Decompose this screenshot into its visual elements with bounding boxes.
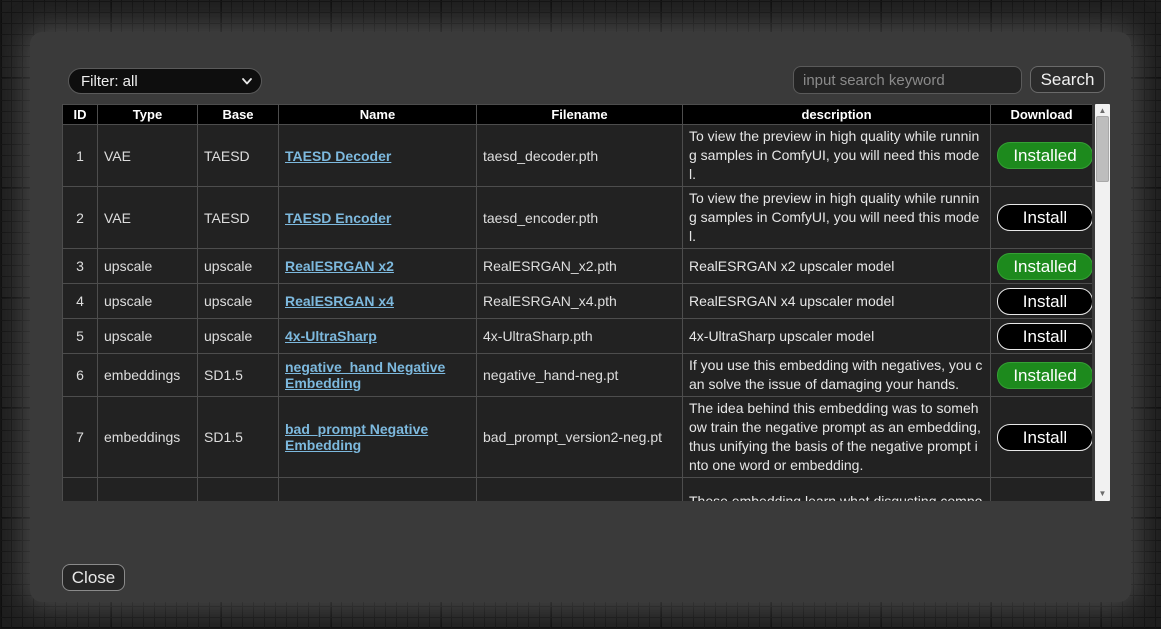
column-header-base: Base (198, 105, 279, 125)
models-table: IDTypeBaseNameFilenamedescriptionDownloa… (62, 104, 1092, 501)
cell-filename: taesd_decoder.pth (477, 125, 683, 187)
column-header-name: Name (279, 105, 477, 125)
install-models-dialog: Filter: all Search IDTypeBaseNameFilenam… (30, 32, 1131, 602)
cell-id: 4 (63, 284, 98, 319)
cell-download: Install (991, 319, 1093, 354)
cell-description: RealESRGAN x4 upscaler model (683, 284, 991, 319)
cell-type: upscale (98, 249, 198, 284)
cell-download: Installed (991, 354, 1093, 397)
cell-name: 4x-UltraSharp (279, 319, 477, 354)
filter-select[interactable]: Filter: all (68, 68, 262, 94)
cell-name: TAESD Encoder (279, 187, 477, 249)
close-button[interactable]: Close (62, 564, 125, 591)
cell-type: embeddings (98, 354, 198, 397)
cell-filename: RealESRGAN_x2.pth (477, 249, 683, 284)
models-table-area: IDTypeBaseNameFilenamedescriptionDownloa… (62, 104, 1110, 501)
cell-id: 7 (63, 397, 98, 478)
cell-name: RealESRGAN x4 (279, 284, 477, 319)
cell-download: Install (991, 284, 1093, 319)
column-header-filename: Filename (477, 105, 683, 125)
cell-filename: 4x-UltraSharp.pth (477, 319, 683, 354)
installed-button[interactable]: Installed (997, 142, 1092, 169)
cell-name: negative_hand Negative Embedding (279, 354, 477, 397)
search-input[interactable] (793, 66, 1022, 94)
filter-dropdown-wrap: Filter: all (68, 68, 262, 94)
install-button[interactable]: Install (997, 288, 1092, 315)
cell-name (279, 478, 477, 502)
column-header-type: Type (98, 105, 198, 125)
cell-filename: bad_prompt_version2-neg.pt (477, 397, 683, 478)
cell-type: embeddings (98, 397, 198, 478)
scrollbar-down-arrow-icon[interactable]: ▼ (1095, 487, 1110, 501)
cell-type (98, 478, 198, 502)
cell-base: SD1.5 (198, 397, 279, 478)
cell-base: upscale (198, 319, 279, 354)
cell-filename: taesd_encoder.pth (477, 187, 683, 249)
cell-base: upscale (198, 249, 279, 284)
cell-download: Install (991, 397, 1093, 478)
cell-base (198, 478, 279, 502)
cell-id: 2 (63, 187, 98, 249)
cell-download: Install (991, 187, 1093, 249)
table-row: 2VAETAESD TAESD Encoder taesd_encoder.pthT… (63, 187, 1093, 249)
cell-type: VAE (98, 125, 198, 187)
cell-id: 6 (63, 354, 98, 397)
table-scrollbar[interactable]: ▲ ▼ (1095, 104, 1110, 501)
cell-description: To view the preview in high quality whil… (683, 187, 991, 249)
table-row: 1VAETAESD TAESD Decoder taesd_decoder.pthT… (63, 125, 1093, 187)
cell-id: 3 (63, 249, 98, 284)
table-row: 4upscaleupscaleRealESRGAN x4RealESRGAN_x… (63, 284, 1093, 319)
install-button[interactable]: Install (997, 424, 1092, 451)
model-name-link[interactable]: negative_hand Negative Embedding (285, 359, 445, 391)
cell-id (63, 478, 98, 502)
cell-download: Installed (991, 249, 1093, 284)
model-name-link[interactable]: TAESD Encoder (285, 210, 391, 226)
cell-id: 1 (63, 125, 98, 187)
table-row: 6embeddingsSD1.5negative_hand Negative E… (63, 354, 1093, 397)
installed-button[interactable]: Installed (997, 253, 1092, 280)
install-button[interactable]: Install (997, 204, 1092, 231)
cell-description: These embedding learn what disgusting co… (683, 478, 991, 502)
model-name-link[interactable]: bad_prompt Negative Embedding (285, 421, 428, 453)
cell-description: If you use this embedding with negatives… (683, 354, 991, 397)
column-header-id: ID (63, 105, 98, 125)
cell-base: TAESD (198, 125, 279, 187)
installed-button[interactable]: Installed (997, 362, 1092, 389)
table-row: These embedding learn what disgusting co… (63, 478, 1093, 502)
install-button[interactable]: Install (997, 323, 1092, 350)
cell-filename: negative_hand-neg.pt (477, 354, 683, 397)
table-row: 5upscaleupscale4x-UltraSharp4x-UltraShar… (63, 319, 1093, 354)
table-row: 7embeddingsSD1.5bad_prompt Negative Embe… (63, 397, 1093, 478)
cell-download: Installed (991, 125, 1093, 187)
cell-filename: RealESRGAN_x4.pth (477, 284, 683, 319)
models-table-scroll-area: IDTypeBaseNameFilenamedescriptionDownloa… (62, 104, 1092, 501)
model-name-link[interactable]: TAESD Decoder (285, 148, 391, 164)
cell-description: 4x-UltraSharp upscaler model (683, 319, 991, 354)
cell-type: upscale (98, 284, 198, 319)
cell-download (991, 478, 1093, 502)
cell-description: RealESRGAN x2 upscaler model (683, 249, 991, 284)
model-name-link[interactable]: RealESRGAN x2 (285, 258, 394, 274)
model-name-link[interactable]: RealESRGAN x4 (285, 293, 394, 309)
cell-name: RealESRGAN x2 (279, 249, 477, 284)
cell-base: SD1.5 (198, 354, 279, 397)
column-header-description: description (683, 105, 991, 125)
cell-type: upscale (98, 319, 198, 354)
cell-description: The idea behind this embedding was to so… (683, 397, 991, 478)
cell-description: To view the preview in high quality whil… (683, 125, 991, 187)
cell-name: bad_prompt Negative Embedding (279, 397, 477, 478)
cell-id: 5 (63, 319, 98, 354)
table-row: 3upscaleupscaleRealESRGAN x2RealESRGAN_x… (63, 249, 1093, 284)
cell-base: TAESD (198, 187, 279, 249)
scrollbar-thumb[interactable] (1096, 116, 1109, 182)
cell-name: TAESD Decoder (279, 125, 477, 187)
cell-type: VAE (98, 187, 198, 249)
search-button[interactable]: Search (1030, 66, 1105, 93)
table-header-row: IDTypeBaseNameFilenamedescriptionDownloa… (63, 105, 1093, 125)
cell-base: upscale (198, 284, 279, 319)
cell-filename (477, 478, 683, 502)
column-header-download: Download (991, 105, 1093, 125)
model-name-link[interactable]: 4x-UltraSharp (285, 328, 377, 344)
